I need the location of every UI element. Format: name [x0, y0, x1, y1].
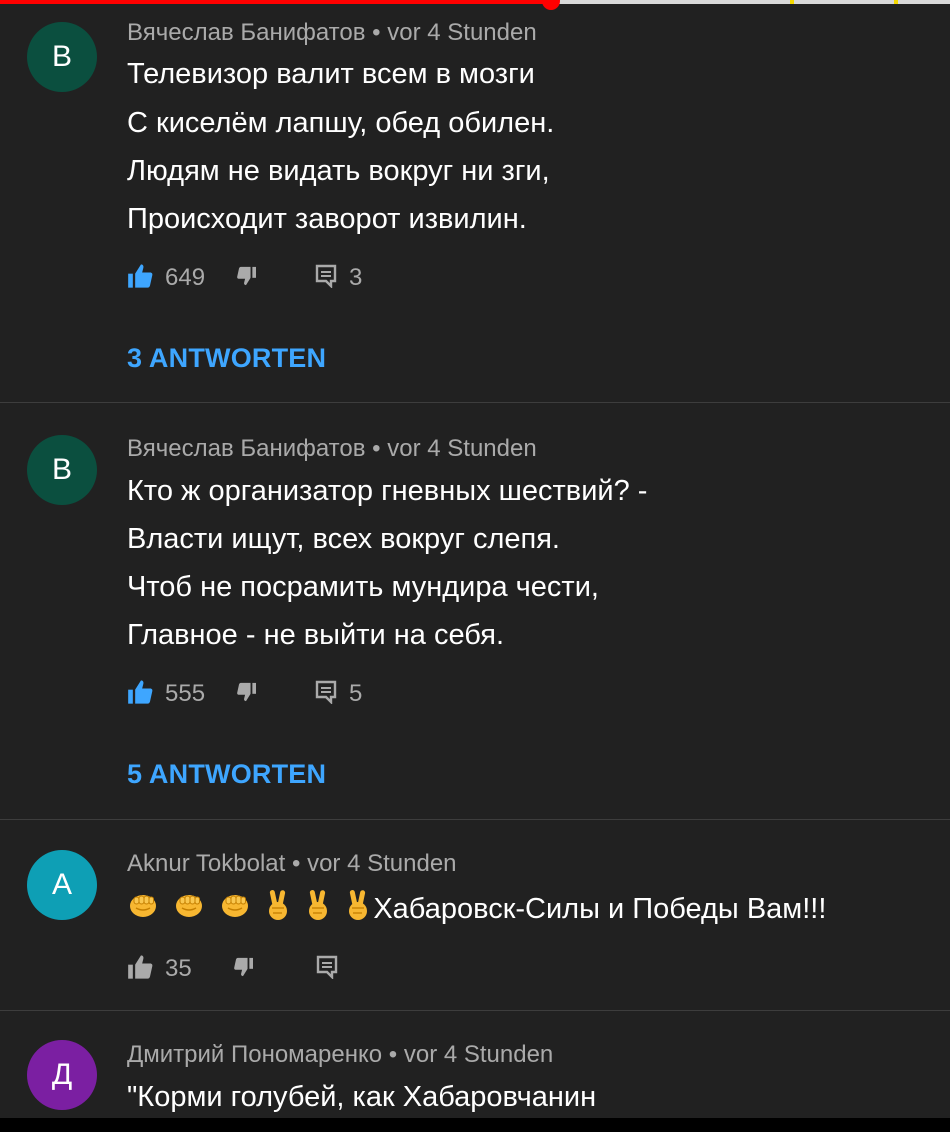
victory-hand-emoji: [265, 889, 291, 929]
author-name[interactable]: Вячеслав Банифатов: [127, 435, 366, 462]
view-replies-button[interactable]: 5 ANTWORTEN: [127, 759, 326, 790]
author-name[interactable]: Дмитрий Пономаренко: [127, 1041, 382, 1068]
reply-count: 3: [349, 264, 363, 291]
meta-separator: •: [365, 435, 388, 462]
avatar[interactable]: В: [27, 22, 97, 92]
thumb-up-icon[interactable]: [127, 263, 155, 294]
divider: [0, 819, 950, 820]
avatar[interactable]: В: [27, 435, 97, 505]
fist-emoji: [219, 891, 251, 927]
meta-separator: •: [285, 850, 308, 877]
avatar-letter: A: [51, 868, 72, 901]
comment-text-line: Людям не видать вокруг ни зги,: [127, 155, 550, 187]
comment-text-line: Чтоб не посрамить мундира чести,: [127, 571, 599, 603]
view-replies-button[interactable]: 3 ANTWORTEN: [127, 343, 326, 374]
comment-meta: Вячеслав Банифатов • vor 4 Stunden: [127, 435, 537, 463]
comment-text-line: Кто ж организатор гневных шествий? -: [127, 475, 648, 507]
comment-meta: Дмитрий Пономаренко • vor 4 Stunden: [127, 1041, 553, 1069]
meta-separator: •: [382, 1041, 404, 1068]
comment-meta: Вячеслав Банифатов • vor 4 Stunden: [127, 19, 537, 47]
fist-emoji: [173, 891, 205, 927]
comment-text: Хабаровск-Силы и Победы Вам!!!: [373, 893, 827, 925]
comment-actions: 35: [127, 954, 338, 984]
thumb-down-icon[interactable]: [235, 266, 257, 291]
avatar[interactable]: Д: [27, 1040, 97, 1110]
comment-time: vor 4 Stunden: [307, 850, 457, 877]
meta-separator: •: [365, 19, 388, 46]
thumb-up-icon[interactable]: [127, 679, 155, 710]
comment-icon[interactable]: [315, 680, 337, 709]
avatar-letter: В: [51, 40, 72, 73]
comment-time: vor 4 Stunden: [387, 435, 537, 462]
thumb-down-icon[interactable]: [232, 957, 254, 982]
victory-hand-emoji: [305, 889, 331, 929]
bottom-edge: [0, 1118, 950, 1132]
comment-text-line: Происходит заворот извилин.: [127, 203, 527, 235]
comment-time: vor 4 Stunden: [387, 19, 537, 46]
comment-actions: 555 5: [127, 679, 362, 709]
like-count: 35: [165, 955, 192, 982]
comment-meta: Aknur Tokbolat • vor 4 Stunden: [127, 850, 457, 878]
like-count: 649: [165, 264, 206, 291]
progress-scrubber[interactable]: [542, 0, 560, 10]
comment-icon[interactable]: [316, 955, 338, 984]
victory-hand-emoji: [345, 889, 371, 929]
like-count: 555: [165, 680, 206, 707]
fist-emoji: [127, 891, 159, 927]
author-name[interactable]: Вячеслав Банифатов: [127, 19, 366, 46]
progress-played: [0, 0, 551, 4]
reply-count: 5: [349, 680, 363, 707]
comment-text-line: С киселём лапшу, обед обилен.: [127, 107, 555, 139]
avatar[interactable]: A: [27, 850, 97, 920]
thumb-up-icon[interactable]: [127, 954, 155, 985]
avatar-letter: В: [51, 453, 72, 486]
author-name[interactable]: Aknur Tokbolat: [127, 850, 285, 877]
comment-icon[interactable]: [315, 264, 337, 293]
chapter-marker: [894, 0, 898, 4]
comment-actions: 649 3: [127, 263, 362, 293]
comment-text-line: Телевизор валит всем в мозги: [127, 58, 535, 90]
comment-text-line: Главное - не выйти на себя.: [127, 619, 504, 651]
comment-text-line: Власти ищут, всех вокруг слепя.: [127, 523, 560, 555]
chapter-marker: [790, 0, 794, 4]
divider: [0, 1010, 950, 1011]
comment-text-line: "Корми голубей, как Хабаровчанин: [127, 1081, 597, 1113]
thumb-down-icon[interactable]: [235, 682, 257, 707]
avatar-letter: Д: [51, 1058, 73, 1091]
comment-text-line: Хабаровск-Силы и Победы Вам!!!: [127, 889, 826, 929]
divider: [0, 402, 950, 403]
comment-time: vor 4 Stunden: [403, 1041, 554, 1068]
